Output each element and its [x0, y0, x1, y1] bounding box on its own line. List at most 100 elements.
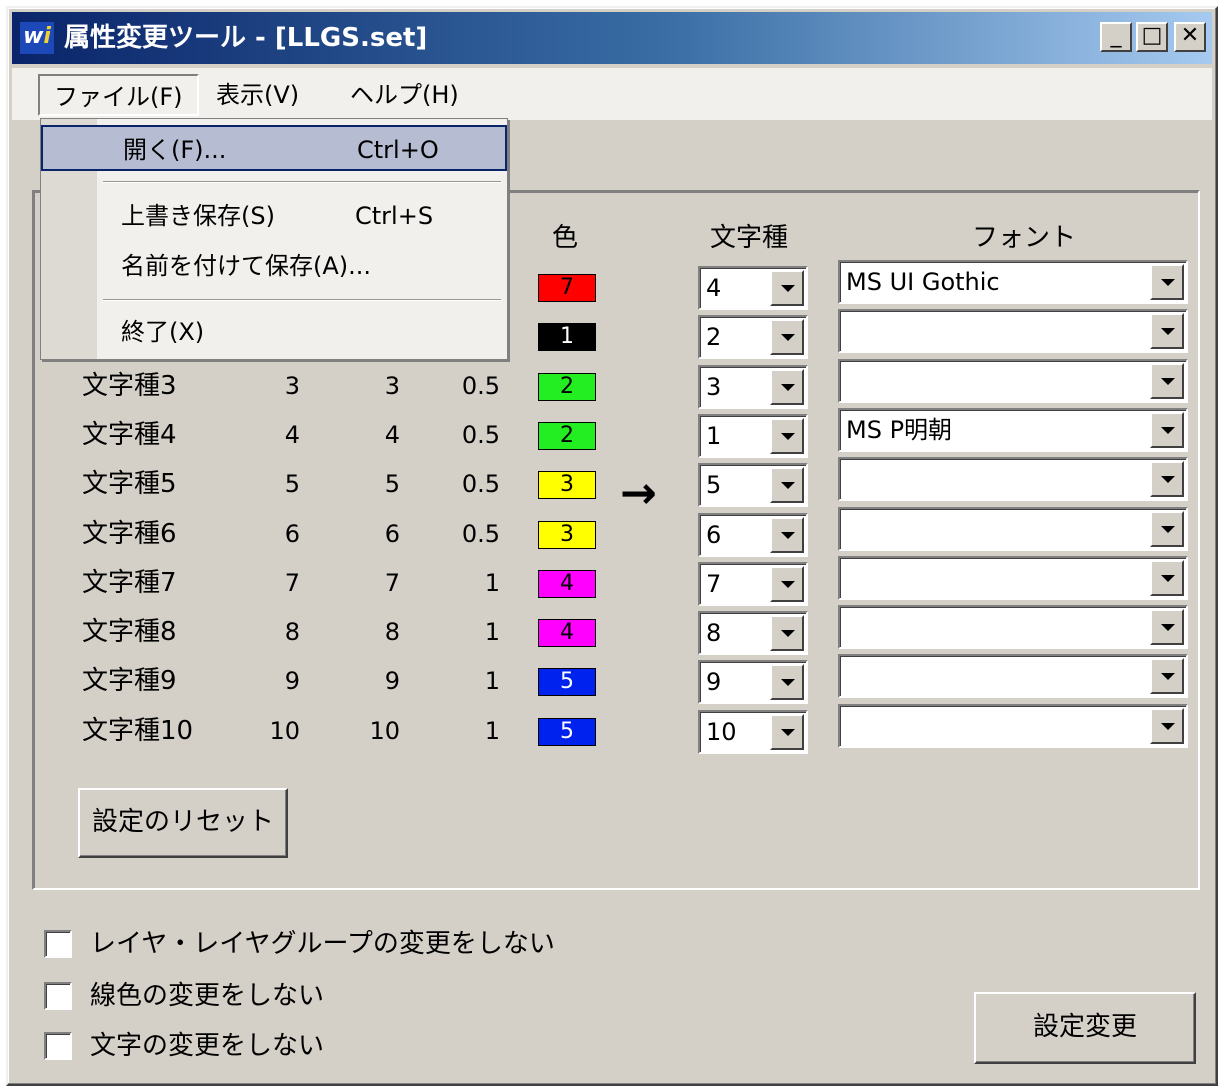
- menu-view[interactable]: 表示(V): [202, 74, 313, 116]
- char-type-value: 1: [706, 422, 722, 450]
- menu-item-save-as[interactable]: 名前を付けて保存(A)...: [41, 243, 507, 289]
- char-type-select[interactable]: 2: [698, 315, 808, 359]
- char-type-value: 7: [706, 570, 722, 598]
- char-type-value: 6: [706, 521, 722, 549]
- row-name: 文字種4: [82, 420, 177, 450]
- chevron-down-icon[interactable]: [1150, 708, 1184, 744]
- chevron-down-icon[interactable]: [770, 615, 804, 651]
- menu-item-exit-label: 終了(X): [121, 318, 205, 346]
- option-no-layer-change-checkbox[interactable]: [44, 930, 72, 958]
- color-swatch: 7: [538, 274, 596, 302]
- close-button[interactable]: ✕: [1174, 22, 1206, 52]
- title-bar[interactable]: wi 属性変更ツール - [LLGS.set] _ □ ✕: [12, 12, 1212, 64]
- menu-item-exit[interactable]: 終了(X): [41, 309, 507, 355]
- row-value-1: 10: [269, 717, 300, 745]
- char-type-select[interactable]: 6: [698, 513, 808, 557]
- char-type-select[interactable]: 1: [698, 414, 808, 458]
- menu-item-open-label: 開く(F)...: [123, 136, 227, 164]
- chevron-down-icon[interactable]: [770, 418, 804, 454]
- option-no-line-color-change-label: 線色の変更をしない: [90, 981, 325, 1011]
- font-select[interactable]: MS UI Gothic: [838, 260, 1188, 304]
- chevron-down-icon[interactable]: [1150, 412, 1184, 448]
- option-no-line-color-change-checkbox[interactable]: [44, 982, 72, 1010]
- font-select[interactable]: [838, 457, 1188, 501]
- chevron-down-icon[interactable]: [770, 270, 804, 306]
- color-swatch: 2: [538, 422, 596, 450]
- char-type-select[interactable]: 10: [698, 710, 808, 754]
- chevron-down-icon[interactable]: [770, 566, 804, 602]
- row-value-2: 4: [384, 421, 400, 449]
- chevron-down-icon[interactable]: [1150, 363, 1184, 399]
- font-select[interactable]: [838, 654, 1188, 698]
- menu-item-save-as-label: 名前を付けて保存(A)...: [121, 252, 372, 280]
- menu-item-open[interactable]: 開く(F)... Ctrl+O: [41, 125, 507, 171]
- chevron-down-icon[interactable]: [770, 467, 804, 503]
- menu-item-open-shortcut: Ctrl+O: [357, 136, 439, 164]
- chevron-down-icon[interactable]: [770, 369, 804, 405]
- apply-settings-button[interactable]: 設定変更: [974, 992, 1196, 1064]
- font-select[interactable]: [838, 605, 1188, 649]
- row-value-1: 5: [284, 470, 300, 498]
- row-value-3: 0.5: [461, 421, 500, 449]
- row-value-3: 0.5: [461, 470, 500, 498]
- char-type-value: 9: [706, 668, 722, 696]
- char-type-value: 10: [706, 718, 737, 746]
- row-name: 文字種6: [82, 519, 177, 549]
- chevron-down-icon[interactable]: [1150, 658, 1184, 694]
- char-type-select[interactable]: 9: [698, 660, 808, 704]
- char-type-value: 5: [706, 471, 722, 499]
- menu-help[interactable]: ヘルプ(H): [336, 74, 473, 116]
- chevron-down-icon[interactable]: [1150, 264, 1184, 300]
- menu-file[interactable]: ファイル(F): [38, 74, 199, 116]
- chevron-down-icon[interactable]: [1150, 560, 1184, 596]
- file-menu-dropdown: 開く(F)... Ctrl+O 上書き保存(S) Ctrl+S 名前を付けて保存…: [40, 118, 508, 360]
- menu-item-save-label: 上書き保存(S): [121, 202, 275, 230]
- option-no-text-change-label: 文字の変更をしない: [90, 1031, 325, 1061]
- font-value: MS P明朝: [846, 416, 953, 444]
- chevron-down-icon[interactable]: [770, 664, 804, 700]
- char-type-select[interactable]: 5: [698, 463, 808, 507]
- row-value-2: 10: [369, 717, 400, 745]
- font-select[interactable]: [838, 704, 1188, 748]
- color-swatch: 5: [538, 718, 596, 746]
- font-select[interactable]: [838, 507, 1188, 551]
- row-value-1: 8: [284, 618, 300, 646]
- char-type-select[interactable]: 7: [698, 562, 808, 606]
- option-no-text-change-checkbox[interactable]: [44, 1032, 72, 1060]
- maximize-button[interactable]: □: [1136, 22, 1168, 52]
- header-font: フォント: [972, 223, 1077, 253]
- font-select[interactable]: [838, 359, 1188, 403]
- option-no-layer-change-label: レイヤ・レイヤグループの変更をしない: [90, 929, 555, 959]
- row-value-2: 3: [384, 372, 400, 400]
- chevron-down-icon[interactable]: [770, 714, 804, 750]
- char-type-select[interactable]: 8: [698, 611, 808, 655]
- char-type-select[interactable]: 3: [698, 365, 808, 409]
- reset-settings-button[interactable]: 設定のリセット: [78, 788, 288, 858]
- font-select[interactable]: [838, 309, 1188, 353]
- color-swatch: 2: [538, 373, 596, 401]
- row-value-3: 1: [484, 717, 500, 745]
- chevron-down-icon[interactable]: [770, 517, 804, 553]
- color-swatch: 4: [538, 619, 596, 647]
- minimize-button[interactable]: _: [1100, 22, 1132, 52]
- row-value-1: 9: [284, 667, 300, 695]
- row-value-1: 4: [284, 421, 300, 449]
- app-icon[interactable]: wi: [20, 22, 54, 54]
- menu-item-save-shortcut: Ctrl+S: [355, 202, 434, 230]
- char-type-select[interactable]: 4: [698, 266, 808, 310]
- chevron-down-icon[interactable]: [770, 319, 804, 355]
- menu-item-save[interactable]: 上書き保存(S) Ctrl+S: [41, 193, 507, 239]
- char-type-value: 4: [706, 274, 722, 302]
- chevron-down-icon[interactable]: [1150, 609, 1184, 645]
- chevron-down-icon[interactable]: [1150, 511, 1184, 547]
- char-type-value: 2: [706, 323, 722, 351]
- row-value-1: 7: [284, 569, 300, 597]
- right-arrow-icon: →: [620, 468, 657, 519]
- color-swatch: 1: [538, 323, 596, 351]
- chevron-down-icon[interactable]: [1150, 461, 1184, 497]
- chevron-down-icon[interactable]: [1150, 313, 1184, 349]
- font-select[interactable]: [838, 556, 1188, 600]
- font-select[interactable]: MS P明朝: [838, 408, 1188, 452]
- row-value-3: 1: [484, 618, 500, 646]
- row-name: 文字種9: [82, 666, 177, 696]
